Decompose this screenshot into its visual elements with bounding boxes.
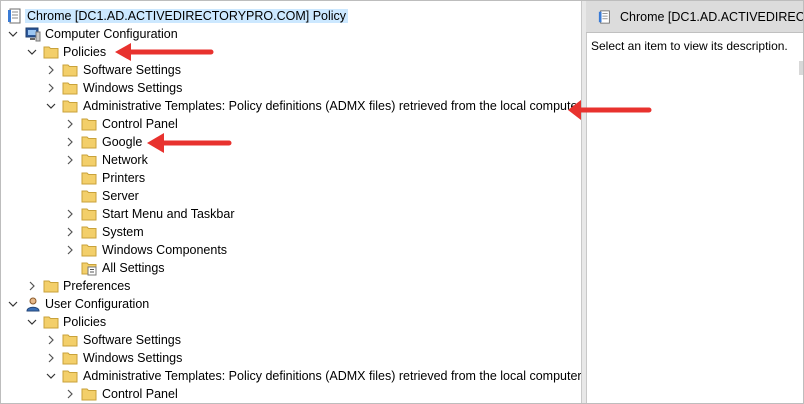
red-arrow-icon bbox=[147, 133, 232, 153]
description-title: Chrome [DC1.AD.ACTIVEDIRECTOR bbox=[620, 10, 803, 24]
tree-item-label: All Settings bbox=[102, 261, 165, 275]
chevron-right-icon[interactable] bbox=[65, 119, 75, 129]
description-hint: Select an item to view its description. bbox=[591, 39, 788, 53]
folder-icon bbox=[43, 46, 59, 59]
chevron-right-icon[interactable] bbox=[46, 65, 56, 75]
chevron-right-icon[interactable] bbox=[65, 209, 75, 219]
folder-icon bbox=[43, 316, 59, 329]
folder-icon bbox=[81, 226, 97, 239]
tree-item-label: Preferences bbox=[63, 279, 131, 293]
gpo-editor-window: Chrome [DC1.AD.ACTIVEDIRECTORYPRO.COM] P… bbox=[0, 0, 804, 404]
folder-icon bbox=[62, 352, 78, 365]
scrollbar-thumb[interactable] bbox=[799, 61, 803, 75]
chevron-down-icon[interactable] bbox=[27, 317, 37, 327]
folder-icon bbox=[81, 244, 97, 257]
folder-icon bbox=[43, 280, 59, 293]
tree-item-label: Software Settings bbox=[83, 333, 181, 347]
folder-icon bbox=[81, 388, 97, 401]
tree-item-label: Policies bbox=[63, 45, 107, 59]
folder-icon bbox=[81, 172, 97, 185]
tree-item-label: Control Panel bbox=[102, 387, 178, 401]
chevron-right-icon[interactable] bbox=[46, 353, 56, 363]
policy-document-icon bbox=[8, 8, 21, 24]
console-tree[interactable]: Chrome [DC1.AD.ACTIVEDIRECTORYPRO.COM] P… bbox=[1, 1, 581, 403]
tree-item-label: System bbox=[102, 225, 144, 239]
tree-item-label: Printers bbox=[102, 171, 146, 185]
tree-item-label: Google bbox=[102, 135, 143, 149]
tree-root-label: Chrome [DC1.AD.ACTIVEDIRECTORYPRO.COM] P… bbox=[25, 9, 349, 23]
folder-icon bbox=[81, 154, 97, 167]
tree-item-label: Network bbox=[102, 153, 148, 167]
chevron-right-icon[interactable] bbox=[46, 83, 56, 93]
chevron-right-icon[interactable] bbox=[27, 281, 37, 291]
folder-icon bbox=[62, 334, 78, 347]
chevron-down-icon[interactable] bbox=[46, 371, 56, 381]
tree-item-label: Computer Configuration bbox=[45, 27, 178, 41]
folder-icon bbox=[81, 118, 97, 131]
chevron-down-icon[interactable] bbox=[27, 47, 37, 57]
folder-icon bbox=[81, 190, 97, 203]
red-arrow-icon bbox=[579, 107, 652, 113]
chevron-right-icon[interactable] bbox=[65, 245, 75, 255]
tree-item-label: Windows Components bbox=[102, 243, 228, 257]
red-arrow-icon bbox=[115, 43, 214, 61]
tree-item-label: Policies bbox=[63, 315, 107, 329]
tree-item-label: Windows Settings bbox=[83, 351, 183, 365]
chevron-down-icon[interactable] bbox=[8, 29, 18, 39]
tree-item-label: Software Settings bbox=[83, 63, 181, 77]
chevron-right-icon[interactable] bbox=[65, 227, 75, 237]
chevron-right-icon[interactable] bbox=[65, 155, 75, 165]
tree-item-label: Windows Settings bbox=[83, 81, 183, 95]
chevron-down-icon[interactable] bbox=[46, 101, 56, 111]
tree-item-label: Administrative Templates: Policy definit… bbox=[83, 99, 581, 113]
computer-icon bbox=[25, 27, 41, 42]
folder-icon bbox=[81, 136, 97, 149]
description-pane: Chrome [DC1.AD.ACTIVEDIRECTOR Select an … bbox=[586, 1, 803, 403]
chevron-down-icon[interactable] bbox=[8, 299, 18, 309]
description-header: Chrome [DC1.AD.ACTIVEDIRECTOR bbox=[586, 1, 803, 33]
tree-item-label: Start Menu and Taskbar bbox=[102, 207, 235, 221]
tree-item-label: User Configuration bbox=[45, 297, 150, 311]
all-settings-icon bbox=[81, 262, 97, 276]
chevron-right-icon[interactable] bbox=[65, 137, 75, 147]
policy-document-icon bbox=[598, 10, 610, 24]
tree-item-label: Server bbox=[102, 189, 139, 203]
user-icon bbox=[26, 297, 40, 312]
chevron-right-icon[interactable] bbox=[65, 389, 75, 399]
folder-icon bbox=[62, 370, 78, 383]
tree-root[interactable]: Chrome [DC1.AD.ACTIVEDIRECTORYPRO.COM] P… bbox=[1, 7, 581, 25]
tree-item-label: Administrative Templates: Policy definit… bbox=[83, 369, 581, 383]
folder-icon bbox=[62, 100, 78, 113]
chevron-right-icon[interactable] bbox=[46, 335, 56, 345]
folder-icon bbox=[62, 64, 78, 77]
folder-icon bbox=[81, 208, 97, 221]
folder-icon bbox=[62, 82, 78, 95]
